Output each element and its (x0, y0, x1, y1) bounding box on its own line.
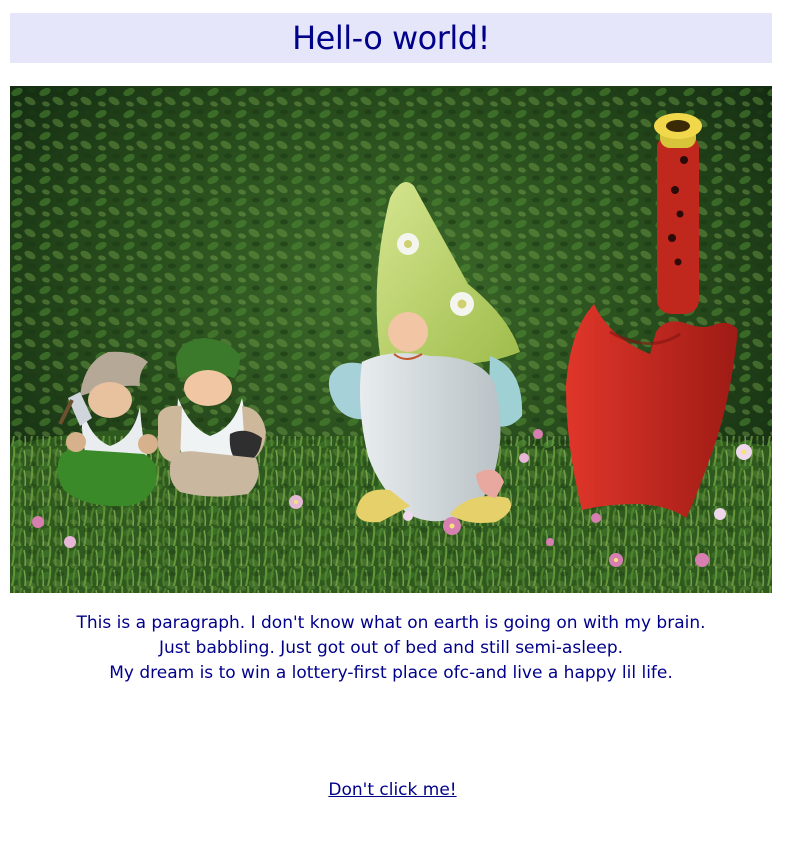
gnome-garden-photo (10, 86, 772, 593)
paragraph-line: My dream is to win a lottery-first place… (109, 663, 673, 683)
intro-paragraph: This is a paragraph. I don't know what o… (10, 611, 772, 686)
paragraph-line: Just babbling. Just got out of bed and s… (158, 638, 624, 658)
paragraph-line: This is a paragraph. I don't know what o… (76, 613, 706, 633)
link-container: Don't click me! (0, 778, 785, 803)
page-title: Hell-o world! (292, 19, 490, 57)
dont-click-link[interactable]: Don't click me! (328, 780, 456, 800)
page-header: Hell-o world! (10, 13, 772, 63)
